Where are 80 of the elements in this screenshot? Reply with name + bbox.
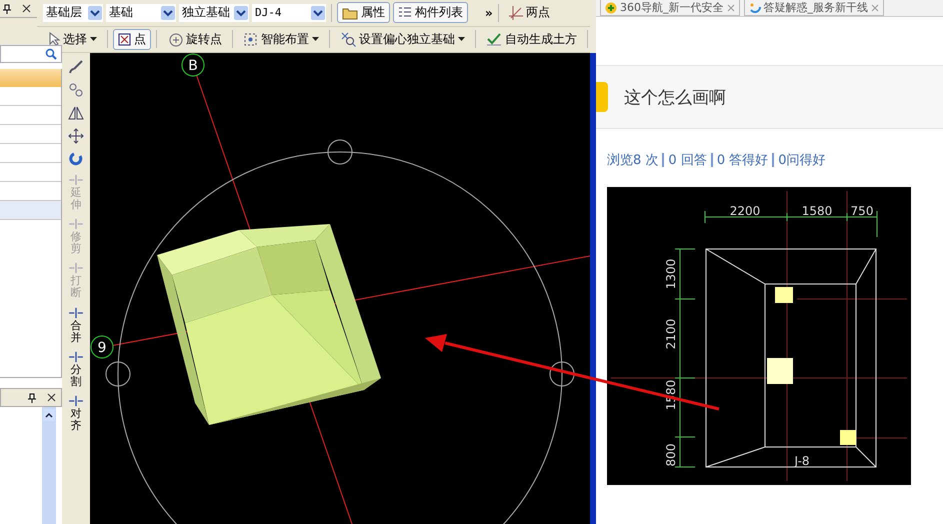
side-tool-button[interactable]	[68, 59, 84, 75]
toolbar-button[interactable]: 选择	[43, 28, 102, 50]
stat-link[interactable]: 0 回答	[668, 151, 707, 169]
side-tool-button[interactable]: 分割	[68, 350, 84, 388]
point-icon	[118, 32, 131, 46]
toolbar-button[interactable]: 智能布置	[238, 28, 324, 50]
dimension-label: 2100	[664, 318, 678, 350]
rotate-icon	[68, 151, 84, 167]
close-icon[interactable]	[47, 393, 56, 402]
question-badge	[596, 82, 608, 112]
edit-tool-icon	[68, 306, 84, 319]
question-title: 这个怎么画啊	[624, 86, 726, 108]
browser-tab[interactable]: 答疑解惑_服务新干线	[744, 0, 884, 16]
caret-icon	[311, 6, 325, 20]
side-tool-button[interactable]: 对齐	[68, 394, 84, 432]
crosshair-icon	[508, 6, 523, 20]
browser-tab[interactable]: 360导航_新一代安全	[600, 0, 740, 16]
close-icon[interactable]	[22, 4, 31, 13]
edit-tool-icon	[68, 262, 84, 274]
side-tool-button[interactable]: 合并	[68, 306, 84, 344]
scroll-up-icon[interactable]	[43, 409, 55, 421]
move-icon	[68, 128, 84, 144]
column-marker	[840, 430, 856, 445]
dropdown[interactable]: 独立基础	[179, 4, 249, 22]
column-marker	[767, 358, 793, 384]
caret-icon	[234, 6, 248, 20]
dimension-label: 2200	[730, 204, 760, 218]
search-field[interactable]	[0, 45, 62, 63]
circles-icon	[68, 82, 84, 98]
stat-link[interactable]: 0 答得好	[716, 151, 768, 169]
side-tool-button[interactable]	[68, 128, 84, 144]
dropdown[interactable]: 基础	[106, 4, 176, 22]
stat-link[interactable]: 浏览8 次	[607, 151, 658, 169]
dimension-label: 1580	[802, 204, 832, 218]
search-icon	[45, 48, 57, 60]
caret-icon	[88, 6, 102, 20]
magnifier-icon	[340, 31, 356, 48]
snap-circle	[328, 140, 352, 164]
toolbar-button[interactable]: 旋转点	[162, 28, 227, 50]
grid-icon	[243, 32, 258, 47]
side-tool-button[interactable]	[68, 82, 84, 98]
figure-label: J-8	[794, 454, 810, 468]
scrollbar[interactable]	[42, 407, 56, 524]
side-tool-button[interactable]	[68, 151, 84, 167]
snap-circle	[550, 362, 574, 386]
toolbar-button[interactable]: 属性	[337, 2, 390, 24]
checkmark-icon	[486, 32, 502, 47]
stat-link[interactable]: 0问得好	[778, 151, 826, 169]
toolbar-button[interactable]: 点	[113, 28, 151, 50]
dropdown[interactable]: DJ-4	[252, 4, 326, 22]
table-header	[0, 69, 61, 87]
plus-circle-icon	[605, 2, 617, 14]
swirl-icon	[748, 2, 760, 14]
rotate-icon	[167, 31, 183, 48]
axis-marker: B	[182, 54, 204, 76]
edit-tool-icon	[68, 174, 84, 186]
dropdown[interactable]: 基础层	[43, 4, 103, 22]
toolbar-button[interactable]: 构件列表	[393, 2, 468, 24]
edit-tool-icon	[68, 218, 84, 230]
overflow-chevron[interactable]: »	[485, 6, 493, 20]
caret-icon	[161, 6, 175, 20]
pin-icon[interactable]	[27, 392, 37, 402]
toolbar-button[interactable]: 设置偏心独立基础	[335, 28, 470, 50]
edit-tool-icon	[68, 350, 84, 363]
edit-tool-icon	[68, 394, 84, 407]
toolbar-button[interactable]: 两点	[504, 2, 555, 24]
brush-icon	[68, 59, 84, 75]
toolbar-button[interactable]: 自动生成土方	[481, 28, 582, 50]
axis-marker: 9	[90, 336, 114, 358]
column-marker	[775, 287, 793, 303]
cad-canvas[interactable]: B 9	[90, 53, 590, 524]
dimension-label: 800	[664, 444, 678, 466]
side-tool-button[interactable]	[68, 105, 84, 121]
pin-icon[interactable]	[2, 4, 12, 14]
snap-circle	[106, 362, 130, 386]
mirror-icon	[68, 105, 84, 121]
folder-icon	[342, 6, 358, 20]
dimension-label: 750	[850, 204, 874, 218]
cursor-icon	[48, 32, 60, 46]
dimension-label: 1300	[664, 258, 678, 290]
